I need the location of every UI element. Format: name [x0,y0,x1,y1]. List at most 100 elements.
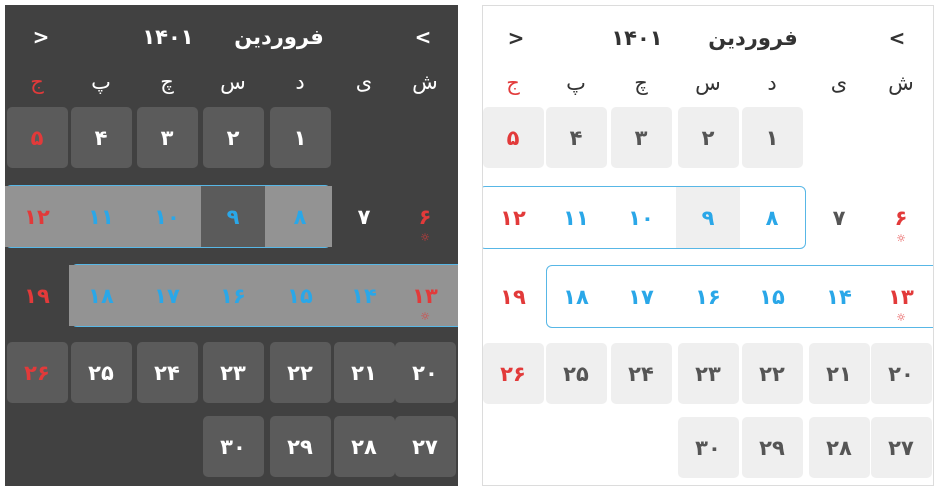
day-cell[interactable]: ۸ [268,186,332,247]
day-number: ۷ [832,205,846,230]
day-cell[interactable]: ۵ [6,107,68,168]
year-label[interactable]: ۱۴۰۱ [611,26,662,50]
day-cell[interactable]: ۲۱ [333,342,395,403]
year-label[interactable]: ۱۴۰۱ [142,25,193,49]
day-cell[interactable]: ۲۱ [808,343,870,404]
day-number: ۲۷ [412,434,438,459]
weekday-label: ی [830,71,848,95]
day-number: ۳۰ [695,435,721,460]
day-number: ۱۱ [88,204,114,229]
day-cell[interactable]: ۱۷ [135,265,199,326]
day-cell[interactable]: ۲۰ [870,343,932,404]
day-number: ۲۲ [287,360,313,385]
day-number: ۱۶ [220,283,246,308]
day-cell[interactable]: ۲۰ [394,342,456,403]
day-cell[interactable]: ۲۵ [70,342,132,403]
day-number: ۱۱ [563,205,589,230]
day-cell[interactable]: ۲ [202,107,264,168]
weekday-label: چ [634,71,648,95]
day-number: ۲۸ [351,434,377,459]
day-number: ۱۴ [826,284,852,309]
day-cell[interactable]: ۲۳ [677,343,739,404]
day-cell[interactable]: ۳ [136,107,198,168]
day-number: ۲۳ [695,361,721,386]
next-month-button[interactable]: > [33,25,50,49]
day-cell[interactable]: ۲۷ [394,416,456,477]
day-number: ۲۷ [888,435,914,460]
day-cell[interactable]: ۱۰ [135,186,199,247]
day-cell[interactable]: ۲۳ [202,342,264,403]
day-cell[interactable]: ۸ [740,187,804,248]
day-cell[interactable]: ۱۲ [5,186,69,247]
day-number: ۱۹ [500,284,526,309]
day-cell[interactable]: ۱۲ [483,187,545,248]
day-cell[interactable]: ۱۴ [332,265,396,326]
day-cell[interactable]: ۱۶ [201,265,265,326]
day-number: ۱۹ [24,283,50,308]
day-cell[interactable]: ۱ [741,107,803,168]
day-cell[interactable]: ۱۷ [609,266,673,327]
day-cell[interactable]: ۲۴ [610,343,672,404]
day-number: ۳ [160,125,174,150]
day-cell[interactable]: ۱۸ [69,265,133,326]
day-cell[interactable]: ۲۹ [269,416,331,477]
day-cell[interactable]: ۴ [70,107,132,168]
day-number: ۲۹ [759,435,785,460]
day-cell[interactable]: ۶ ☼ [871,187,932,248]
day-cell[interactable]: ۲۵ [545,343,607,404]
day-cell[interactable]: ۱۸ [544,266,608,327]
weekday-label: ج [30,70,44,94]
month-label[interactable]: فروردین [708,26,798,50]
day-cell[interactable]: ۳۰ [677,417,739,478]
day-cell[interactable]: ۵ [483,107,544,168]
day-cell[interactable]: ۱۶ [676,266,740,327]
day-cell[interactable]: ۹ [676,187,740,248]
day-cell[interactable]: ۱۵ [740,266,804,327]
day-number: ۱ [293,125,307,150]
prev-month-button[interactable]: < [415,25,432,49]
day-number: ۲۰ [888,361,914,386]
day-cell[interactable]: ۶ ☼ [395,186,456,247]
day-cell[interactable]: ۱ [269,107,331,168]
day-cell[interactable]: ۲۸ [808,417,870,478]
day-cell[interactable]: ۲۶ [6,342,68,403]
day-cell[interactable]: ۱۳ ☼ [393,265,457,326]
day-cell[interactable]: ۲ [677,107,739,168]
day-cell[interactable]: ۴ [545,107,607,168]
weekday-label: س [220,70,246,94]
day-cell[interactable]: ۱۱ [544,187,608,248]
day-cell[interactable]: ۱۱ [69,186,133,247]
sun-icon: ☼ [896,232,906,245]
day-number: ۲ [701,125,715,150]
prev-month-button[interactable]: < [889,26,906,50]
day-cell[interactable]: ۷ [334,186,395,247]
day-number: ۱۸ [563,284,589,309]
day-cell[interactable]: ۲۷ [870,417,932,478]
day-cell[interactable]: ۲۴ [136,342,198,403]
month-label[interactable]: فروردین [234,25,324,49]
day-cell[interactable]: ۲۹ [741,417,803,478]
day-number: ۲۸ [826,435,852,460]
day-cell[interactable]: ۱۳ ☼ [869,266,933,327]
sun-icon: ☼ [420,310,430,323]
next-month-button[interactable]: > [508,26,525,50]
day-number: ۱۵ [759,284,785,309]
day-cell[interactable]: ۲۲ [741,343,803,404]
weekday-label: پ [566,71,586,95]
day-number: ۸ [765,205,779,230]
day-cell[interactable]: ۱۴ [807,266,871,327]
day-cell[interactable]: ۲۲ [269,342,331,403]
day-number: ۲۹ [287,434,313,459]
day-cell[interactable]: ۳ [610,107,672,168]
day-cell[interactable]: ۱۵ [268,265,332,326]
day-cell[interactable]: ۱۹ [7,265,68,326]
day-cell[interactable]: ۱۹ [483,266,544,327]
day-cell[interactable]: ۳۰ [202,416,264,477]
day-cell[interactable]: ۹ [201,186,265,247]
day-number: ۱۲ [24,204,50,229]
day-cell[interactable]: ۱۰ [609,187,673,248]
day-cell[interactable]: ۲۶ [483,343,544,404]
day-number: ۱۰ [154,204,180,229]
day-cell[interactable]: ۷ [809,187,870,248]
day-cell[interactable]: ۲۸ [333,416,395,477]
